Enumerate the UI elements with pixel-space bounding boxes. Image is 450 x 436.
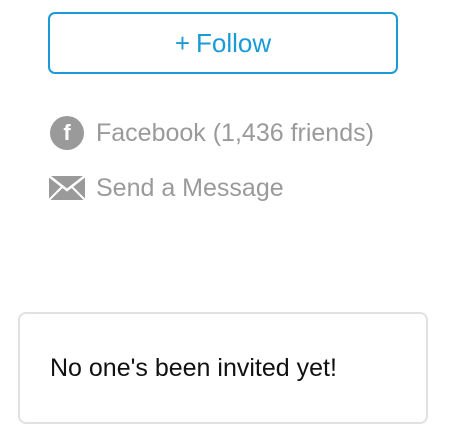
facebook-label: Facebook (1,436 friends) [96, 118, 374, 147]
envelope-icon [48, 175, 86, 201]
facebook-icon: f [50, 116, 84, 150]
follow-label: Follow [196, 27, 272, 58]
facebook-link[interactable]: f Facebook (1,436 friends) [48, 113, 374, 153]
plus-icon: + [174, 28, 191, 58]
send-message-link[interactable]: Send a Message [48, 168, 284, 208]
follow-button[interactable]: + Follow [48, 12, 398, 74]
invites-card: No one's been invited yet! [18, 312, 428, 424]
profile-panel: + Follow f Facebook (1,436 friends) Send… [0, 0, 450, 436]
send-message-label: Send a Message [96, 173, 284, 202]
invites-empty-text: No one's been invited yet! [50, 353, 337, 382]
